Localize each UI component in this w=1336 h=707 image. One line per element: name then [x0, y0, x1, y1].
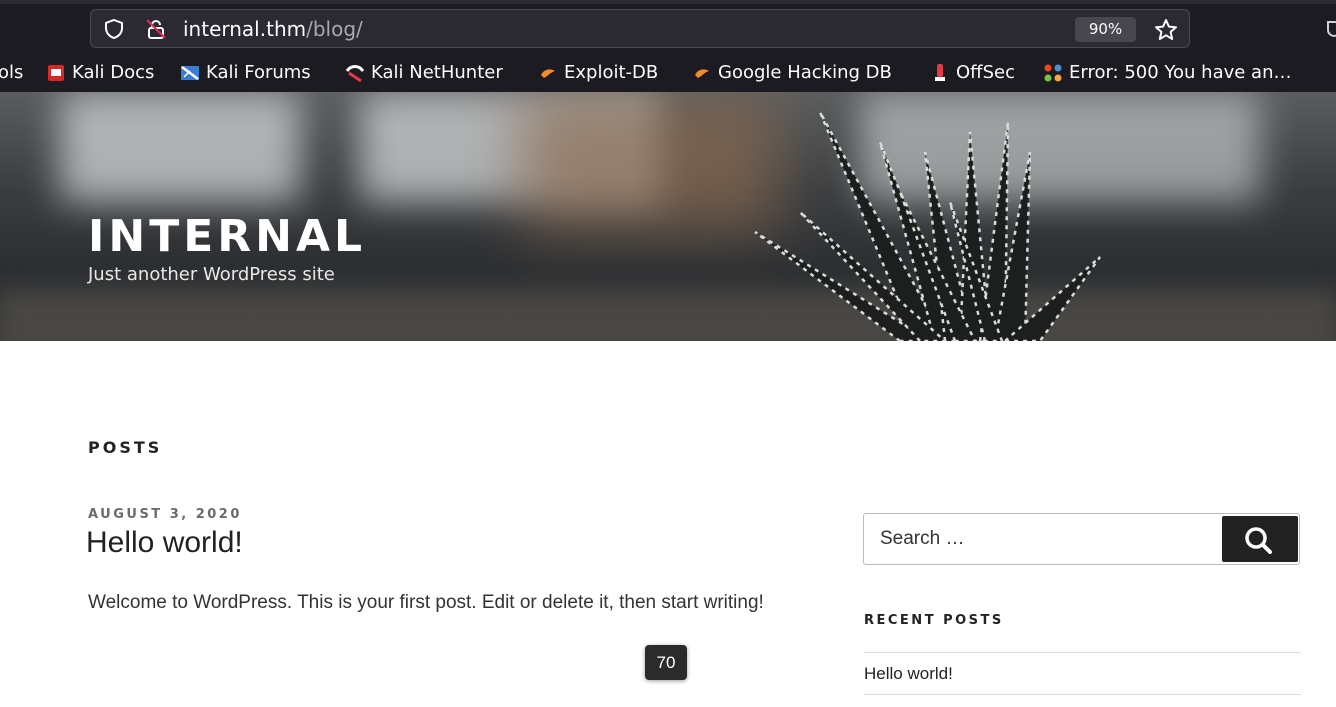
bookmark-exploit-db[interactable]: Exploit-DB — [538, 61, 658, 85]
bookmark-kali-forums[interactable]: Kali Forums — [180, 61, 311, 85]
url-text[interactable]: internal.thm/blog/ — [183, 18, 363, 40]
bookmark-kali-docs[interactable]: Kali Docs — [46, 61, 154, 85]
site-description: Just another WordPress site — [88, 264, 335, 285]
offsec-icon — [935, 64, 945, 81]
search-button[interactable] — [1222, 516, 1298, 562]
bookmark-label: Error: 500 You have an… — [1069, 62, 1292, 83]
bookmark-offsec[interactable]: OffSec — [930, 61, 1015, 85]
posts-heading: POSTS — [88, 438, 163, 457]
address-bar[interactable]: internal.thm/blog/ 90% — [90, 9, 1190, 48]
kali-forums-icon — [181, 66, 199, 80]
post-date[interactable]: AUGUST 3, 2020 — [88, 507, 242, 522]
browser-chrome: internal.thm/blog/ 90% ols Kali Docs Kal… — [0, 0, 1336, 92]
bookmark-label: Kali Forums — [206, 62, 311, 83]
header-bg-light — [60, 92, 300, 202]
tracking-protection-shield-icon[interactable] — [103, 18, 125, 40]
exploit-db-icon — [695, 69, 709, 78]
url-path: /blog/ — [306, 17, 363, 41]
pocket-icon[interactable] — [1324, 16, 1336, 40]
bookmark-label: Exploit-DB — [564, 62, 659, 83]
bookmark-label: Kali NetHunter — [371, 62, 503, 83]
bookmark-error-500[interactable]: Error: 500 You have an… — [1043, 61, 1292, 85]
bookmark-star-icon[interactable] — [1153, 17, 1179, 43]
post-excerpt: Welcome to WordPress. This is your first… — [88, 592, 764, 613]
exploit-db-icon — [541, 69, 555, 78]
post-title[interactable]: Hello world! — [86, 526, 243, 560]
bookmark-label: OffSec — [956, 62, 1015, 83]
joomla-icon — [1044, 64, 1062, 82]
kali-nethunter-icon — [345, 65, 365, 83]
bookmark-label: ols — [0, 62, 24, 83]
floating-badge: 70 — [645, 645, 687, 680]
kali-docs-icon — [48, 65, 64, 81]
search-form — [863, 513, 1300, 565]
search-input[interactable] — [864, 514, 1220, 564]
insecure-lock-icon[interactable] — [145, 18, 167, 40]
recent-posts-heading: RECENT POSTS — [864, 613, 1004, 628]
bookmark-tools[interactable]: ols — [0, 61, 23, 85]
url-host: internal.thm — [183, 17, 307, 41]
recent-post-link[interactable]: Hello world! — [864, 653, 1301, 695]
bookmark-label: Google Hacking DB — [718, 62, 892, 83]
bookmarks-toolbar: ols Kali Docs Kali Forums Kali NetHunter… — [0, 58, 1336, 88]
succulent-plant-image — [754, 111, 1102, 341]
site-title[interactable]: INTERNAL — [88, 213, 366, 261]
zoom-level-button[interactable]: 90% — [1075, 17, 1136, 42]
search-icon — [1245, 527, 1272, 554]
bookmark-kali-nethunter[interactable]: Kali NetHunter — [345, 61, 503, 85]
tab-strip-edge — [0, 0, 1336, 4]
bookmark-label: Kali Docs — [72, 62, 155, 83]
recent-posts-list: Hello world! — [864, 652, 1301, 695]
bookmark-google-hacking-db[interactable]: Google Hacking DB — [692, 61, 892, 85]
